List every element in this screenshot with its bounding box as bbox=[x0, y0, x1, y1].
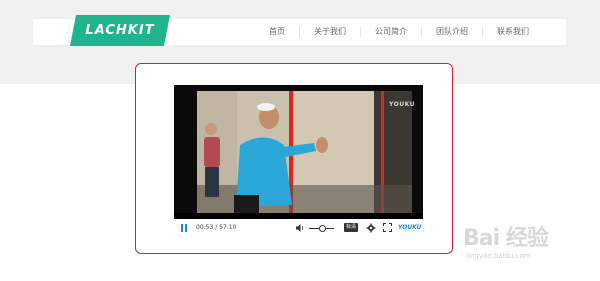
settings-icon[interactable] bbox=[366, 223, 376, 233]
player-controls: 00:53 / 57:10 标清 YOUKU bbox=[174, 219, 423, 238]
navbar: LACHKIT 首页 关于我们 公司简介 团队介绍 联系我们 bbox=[33, 15, 566, 46]
watermark-url: jingyan.baidu.com bbox=[466, 252, 531, 260]
volume-slider-knob[interactable] bbox=[319, 225, 326, 232]
nav-item-contact[interactable]: 联系我们 bbox=[482, 27, 543, 37]
duration: 57:10 bbox=[219, 224, 237, 231]
quality-button[interactable]: 标清 bbox=[344, 223, 359, 232]
volume-icon[interactable] bbox=[295, 223, 305, 233]
youku-logo[interactable]: YOUKU bbox=[398, 224, 421, 231]
video-player[interactable]: YOUKU bbox=[174, 85, 423, 219]
fullscreen-icon[interactable] bbox=[383, 223, 392, 232]
pause-button[interactable] bbox=[181, 224, 189, 233]
nav-item-home[interactable]: 首页 bbox=[255, 27, 299, 37]
nav-item-about[interactable]: 关于我们 bbox=[299, 27, 360, 37]
nav-menu: 首页 关于我们 公司简介 团队介绍 联系我们 bbox=[255, 19, 543, 45]
video-frame bbox=[174, 85, 423, 219]
brand-logo[interactable]: LACHKIT bbox=[70, 15, 170, 46]
nav-item-company[interactable]: 公司简介 bbox=[360, 27, 421, 37]
nav-item-team[interactable]: 团队介绍 bbox=[421, 27, 482, 37]
time-display: 00:53 / 57:10 bbox=[196, 224, 236, 231]
baidu-jingyan-watermark: Bai 经验 jingyan.baidu.com bbox=[455, 218, 595, 268]
current-time: 00:53 bbox=[196, 224, 214, 231]
watermark-main-text: Bai 经验 bbox=[463, 226, 549, 251]
brand-logo-text: LACHKIT bbox=[85, 23, 155, 38]
youku-watermark: YOUKU bbox=[388, 101, 415, 108]
